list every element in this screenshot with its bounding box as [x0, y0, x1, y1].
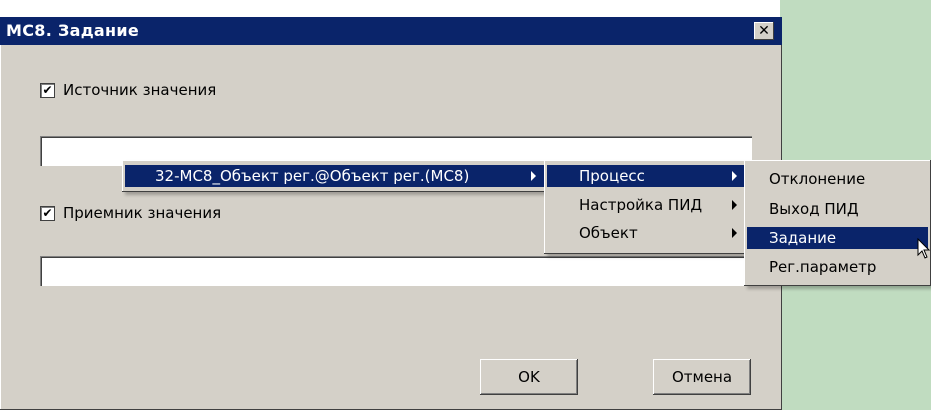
check-icon: ✔ — [42, 82, 53, 97]
receiver-checkbox[interactable]: ✔ — [40, 205, 55, 221]
title-bar[interactable]: МС8. Задание ✕ — [0, 17, 782, 45]
source-checkbox[interactable]: ✔ — [40, 82, 55, 98]
menu-item-label: Отклонение — [769, 170, 866, 188]
context-menu-level1: 32-МС8_Объект рег.@Объект рег.(МС8) — [122, 160, 547, 192]
cancel-button[interactable]: Отмена — [653, 359, 751, 395]
menu-item-label: Выход ПИД — [769, 200, 859, 218]
menu-item-label: Объект — [579, 224, 638, 242]
menu-item-reg-parameter[interactable]: Рег.параметр — [747, 256, 928, 278]
check-icon: ✔ — [42, 205, 53, 220]
menu-item-label: Настройка ПИД — [579, 196, 703, 214]
chevron-right-icon — [531, 171, 536, 181]
ok-button-label: OK — [518, 368, 540, 386]
cancel-button-label: Отмена — [671, 368, 733, 386]
menu-item-pid-output[interactable]: Выход ПИД — [747, 198, 928, 220]
receiver-checkbox-label: Приемник значения — [63, 204, 222, 222]
menu-item-label: Задание — [769, 229, 837, 247]
context-menu-level3: Отклонение Выход ПИД Задание Рег.парамет… — [744, 160, 931, 286]
menu-item-object-sub[interactable]: Объект — [547, 222, 745, 244]
context-menu-level2: Процесс Настройка ПИД Объект — [544, 160, 748, 254]
menu-item-pid-settings[interactable]: Настройка ПИД — [547, 194, 745, 216]
close-button[interactable]: ✕ — [754, 22, 774, 40]
mouse-pointer-icon — [917, 238, 931, 259]
menu-item-label: Рег.параметр — [769, 258, 877, 276]
chevron-right-icon — [732, 200, 737, 210]
receiver-checkbox-row[interactable]: ✔ Приемник значения — [40, 204, 221, 222]
menu-item-setpoint[interactable]: Задание — [747, 227, 928, 249]
ok-button[interactable]: OK — [480, 359, 578, 395]
menu-item-label: 32-МС8_Объект рег.@Объект рег.(МС8) — [155, 167, 470, 185]
receiver-input[interactable] — [40, 256, 752, 286]
source-checkbox-label: Источник значения — [63, 81, 217, 99]
menu-item-label: Процесс — [579, 167, 645, 185]
dialog-title: МС8. Задание — [6, 21, 140, 40]
chevron-right-icon — [732, 171, 737, 181]
close-icon: ✕ — [758, 23, 770, 39]
menu-item-deviation[interactable]: Отклонение — [747, 168, 928, 190]
menu-item-process[interactable]: Процесс — [547, 165, 745, 187]
chevron-right-icon — [732, 228, 737, 238]
menu-item-object[interactable]: 32-МС8_Объект рег.@Объект рег.(МС8) — [125, 165, 544, 187]
source-checkbox-row[interactable]: ✔ Источник значения — [40, 81, 216, 99]
